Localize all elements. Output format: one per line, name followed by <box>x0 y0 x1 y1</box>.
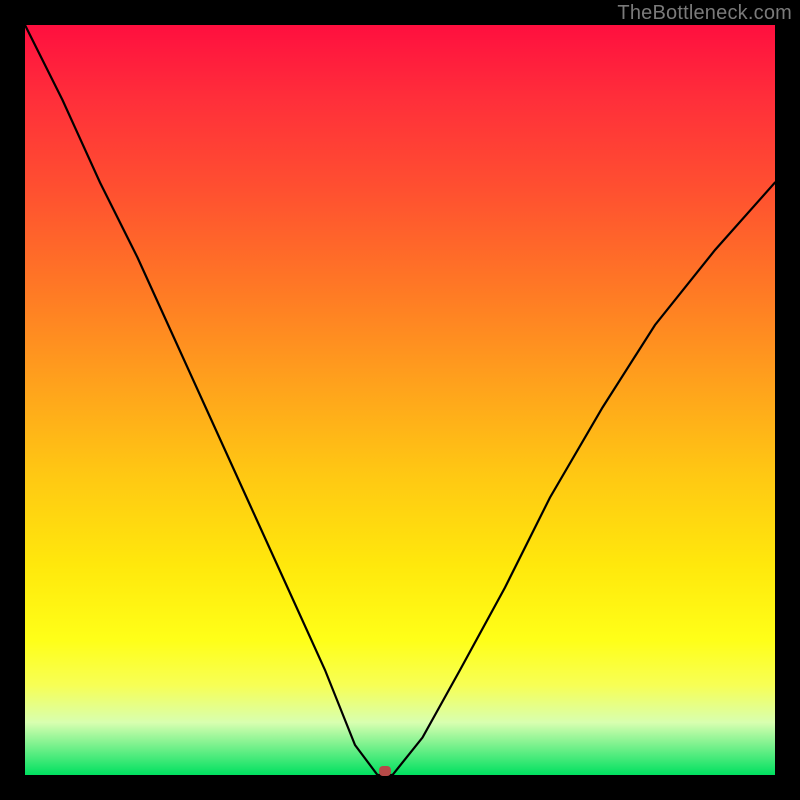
bottleneck-curve <box>25 25 775 775</box>
curve-path <box>25 25 775 775</box>
chart-frame: TheBottleneck.com <box>0 0 800 800</box>
watermark-text: TheBottleneck.com <box>617 2 792 25</box>
plot-area <box>25 25 775 775</box>
bottleneck-marker <box>379 766 391 776</box>
